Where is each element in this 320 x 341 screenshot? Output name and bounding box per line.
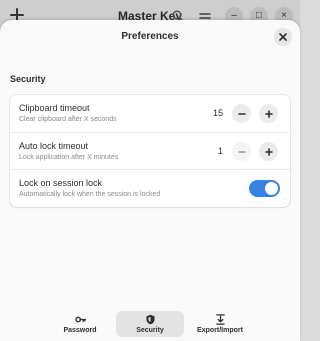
auto-lock-timeout-increase-button[interactable] bbox=[259, 142, 278, 161]
plus-icon bbox=[264, 147, 273, 156]
lock-on-session-lock-switch[interactable] bbox=[249, 180, 280, 197]
dialog-title: Preferences bbox=[121, 31, 179, 42]
row-subtitle: Clear clipboard after X seconds bbox=[19, 116, 117, 123]
row-label: Clipboard timeout bbox=[19, 103, 90, 113]
clipboard-timeout-increase-button[interactable] bbox=[259, 104, 278, 123]
auto-lock-timeout-decrease-button[interactable] bbox=[232, 142, 251, 161]
tab-password[interactable]: Password bbox=[46, 311, 114, 337]
row-subtitle: Automatically lock when the session is l… bbox=[19, 191, 161, 198]
section-title-security: Security bbox=[10, 74, 46, 84]
auto-lock-timeout-value[interactable]: 1 bbox=[205, 146, 223, 156]
plus-icon bbox=[264, 109, 273, 118]
tab-export-import[interactable]: Export/Import bbox=[186, 311, 254, 337]
export-import-icon bbox=[215, 314, 225, 325]
row-label: Lock on session lock bbox=[19, 178, 103, 188]
tab-security[interactable]: Security bbox=[116, 311, 184, 337]
security-settings-card: Clipboard timeout Clear clipboard after … bbox=[10, 95, 290, 207]
view-switcher: Password Security Export/Import bbox=[0, 311, 300, 341]
tab-label: Export/Import bbox=[197, 327, 243, 334]
clipboard-timeout-row: Clipboard timeout Clear clipboard after … bbox=[10, 95, 290, 132]
key-icon bbox=[74, 316, 86, 323]
dialog-close-button[interactable] bbox=[274, 28, 292, 46]
row-subtitle: Lock application after X minutes bbox=[19, 154, 119, 161]
lock-on-session-lock-row: Lock on session lock Automatically lock … bbox=[10, 169, 290, 207]
row-label: Auto lock timeout bbox=[19, 141, 89, 151]
clipboard-timeout-decrease-button[interactable] bbox=[232, 104, 251, 123]
clipboard-timeout-value[interactable]: 15 bbox=[205, 108, 223, 118]
dialog-header: Preferences bbox=[0, 20, 300, 52]
switch-knob bbox=[265, 182, 278, 195]
tab-label: Password bbox=[63, 327, 97, 334]
minus-icon bbox=[237, 112, 246, 115]
minus-icon bbox=[237, 150, 246, 153]
tab-label: Security bbox=[136, 327, 164, 334]
close-icon bbox=[279, 33, 287, 41]
auto-lock-timeout-row: Auto lock timeout Lock application after… bbox=[10, 132, 290, 169]
shield-icon bbox=[145, 314, 155, 325]
preferences-dialog: Preferences Security Clipboard timeout C… bbox=[0, 20, 300, 341]
